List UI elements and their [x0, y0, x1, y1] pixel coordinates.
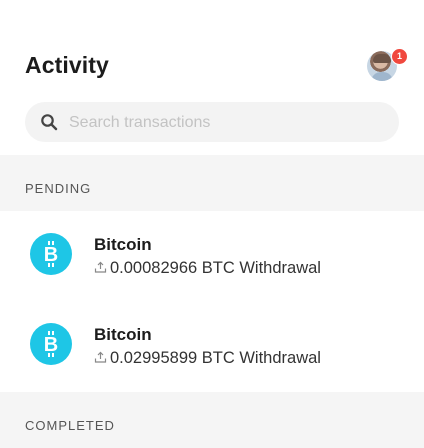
- section-label-pending: PENDING: [25, 181, 92, 196]
- upload-icon: [94, 350, 107, 369]
- transaction-amount-text: 0.02995899 BTC Withdrawal: [110, 349, 321, 367]
- section-label-completed: COMPLETED: [25, 418, 115, 433]
- bitcoin-icon: B: [30, 233, 72, 275]
- transaction-title: Bitcoin: [94, 235, 152, 254]
- upload-icon: [94, 260, 107, 279]
- notification-badge: 1: [391, 48, 408, 65]
- header: Activity 1: [0, 0, 424, 155]
- page-title: Activity: [25, 52, 109, 78]
- transaction-row[interactable]: B Bitcoin 0.02995899 BTC Withdrawal: [0, 301, 424, 391]
- section-header-completed: COMPLETED: [0, 392, 424, 448]
- transaction-amount: 0.02995899 BTC Withdrawal: [94, 349, 321, 369]
- search-bar[interactable]: [25, 102, 399, 144]
- section-header-pending: PENDING: [0, 155, 424, 211]
- transaction-amount: 0.00082966 BTC Withdrawal: [94, 259, 321, 279]
- bitcoin-icon: B: [30, 323, 72, 365]
- search-icon: [40, 113, 58, 131]
- avatar-shirt: [371, 72, 393, 81]
- svg-text:B: B: [44, 334, 58, 356]
- svg-text:B: B: [44, 244, 58, 266]
- transaction-row[interactable]: B Bitcoin 0.00082966 BTC Withdrawal: [0, 211, 424, 301]
- avatar-hair: [373, 54, 391, 63]
- search-input[interactable]: [67, 102, 391, 144]
- transaction-amount-text: 0.00082966 BTC Withdrawal: [110, 259, 321, 277]
- transaction-title: Bitcoin: [94, 325, 152, 344]
